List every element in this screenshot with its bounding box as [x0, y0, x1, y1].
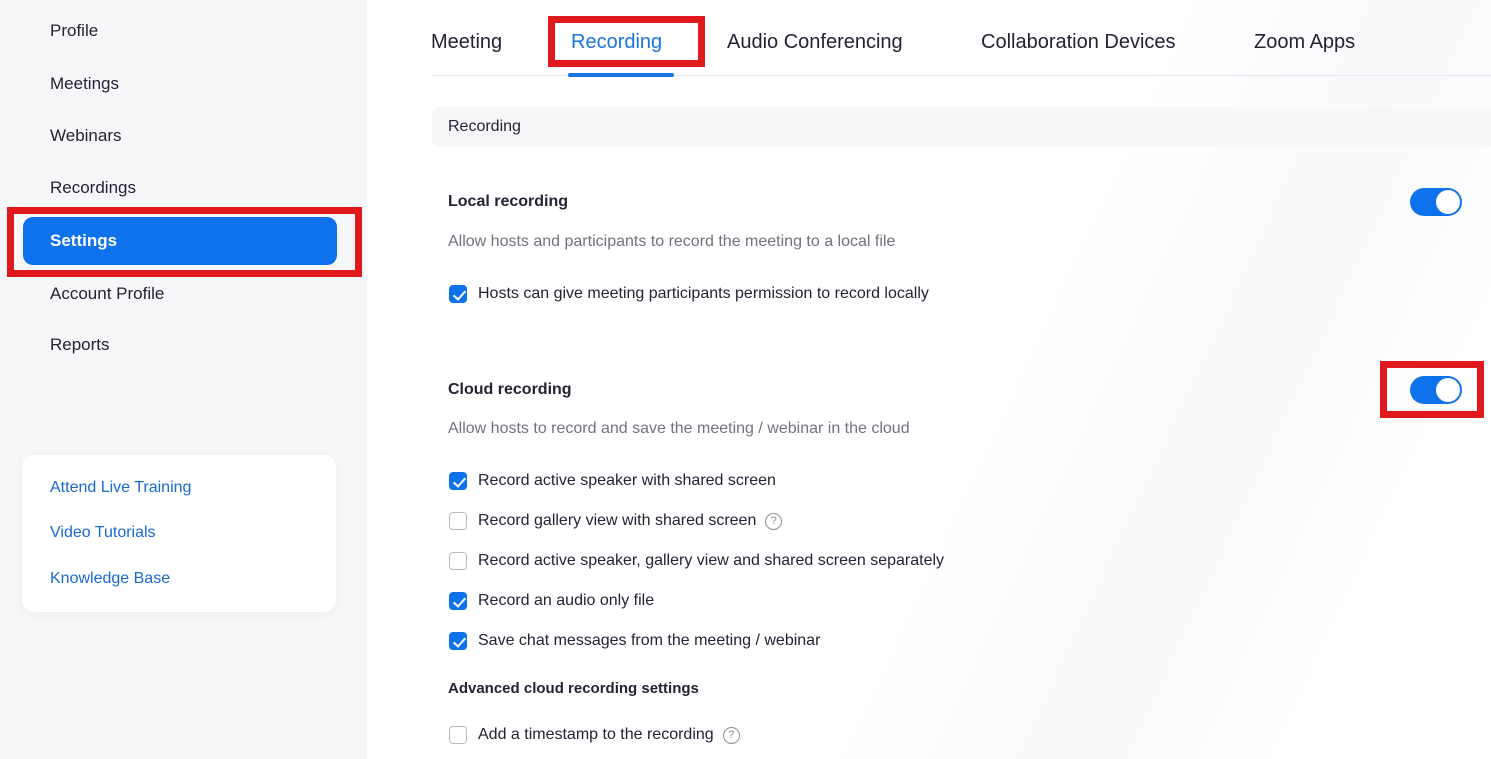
sidebar-item-settings-label: Settings	[50, 231, 117, 251]
local-recording-description: Allow hosts and participants to record t…	[448, 231, 895, 253]
tab-collaboration-devices[interactable]: Collaboration Devices	[981, 30, 1176, 54]
option-label: Save chat messages from the meeting / we…	[478, 631, 820, 651]
option-label: Add a timestamp to the recording	[478, 725, 714, 745]
zoom-settings-page: Profile Meetings Webinars Recordings Set…	[0, 0, 1491, 759]
checkbox-add-timestamp[interactable]	[449, 726, 467, 744]
checkbox-hosts-permission[interactable]	[449, 285, 467, 303]
sidebar-item-meetings[interactable]: Meetings	[50, 73, 119, 95]
help-icon[interactable]	[765, 513, 782, 530]
toggle-knob	[1436, 378, 1460, 402]
tab-recording[interactable]: Recording	[571, 30, 662, 54]
checkbox-record-active-speaker[interactable]	[449, 472, 467, 490]
option-row: Record an audio only file	[449, 591, 654, 611]
sidebar-item-profile[interactable]: Profile	[50, 20, 98, 42]
checkbox-record-separately[interactable]	[449, 552, 467, 570]
cloud-recording-title: Cloud recording	[448, 380, 572, 400]
option-label: Record active speaker, gallery view and …	[478, 551, 944, 571]
sidebar: Profile Meetings Webinars Recordings Set…	[0, 0, 367, 759]
local-recording-title: Local recording	[448, 192, 568, 212]
section-header-label: Recording	[448, 118, 521, 136]
tab-audio-conferencing[interactable]: Audio Conferencing	[727, 30, 903, 54]
help-links-card: Attend Live Training Video Tutorials Kno…	[22, 455, 336, 612]
option-row: Record active speaker, gallery view and …	[449, 551, 944, 571]
active-tab-underline	[568, 73, 674, 77]
option-label: Hosts can give meeting participants perm…	[478, 284, 929, 304]
sidebar-item-reports[interactable]: Reports	[50, 334, 110, 356]
link-attend-live-training[interactable]: Attend Live Training	[50, 477, 191, 499]
tab-zoom-apps[interactable]: Zoom Apps	[1254, 30, 1355, 54]
checkbox-save-chat[interactable]	[449, 632, 467, 650]
option-label: Record gallery view with shared screen	[478, 511, 756, 531]
option-label: Record active speaker with shared screen	[478, 471, 776, 491]
option-row: Record gallery view with shared screen	[449, 511, 782, 531]
help-icon[interactable]	[723, 727, 740, 744]
option-row: Record active speaker with shared screen	[449, 471, 776, 491]
section-header-recording: Recording	[432, 107, 1491, 147]
cloud-recording-toggle[interactable]	[1410, 376, 1462, 404]
checkbox-record-gallery-view[interactable]	[449, 512, 467, 530]
local-recording-toggle[interactable]	[1410, 188, 1462, 216]
toggle-knob	[1436, 190, 1460, 214]
option-row: Save chat messages from the meeting / we…	[449, 631, 820, 651]
tab-meeting[interactable]: Meeting	[431, 30, 502, 54]
checkbox-audio-only[interactable]	[449, 592, 467, 610]
cloud-recording-description: Allow hosts to record and save the meeti…	[448, 418, 910, 440]
option-row: Add a timestamp to the recording	[449, 725, 740, 745]
link-knowledge-base[interactable]: Knowledge Base	[50, 568, 170, 590]
link-video-tutorials[interactable]: Video Tutorials	[50, 522, 156, 544]
sidebar-item-webinars[interactable]: Webinars	[50, 125, 122, 147]
sidebar-item-account-profile[interactable]: Account Profile	[50, 283, 164, 305]
option-label: Record an audio only file	[478, 591, 654, 611]
sidebar-item-recordings[interactable]: Recordings	[50, 177, 136, 199]
advanced-cloud-settings-heading: Advanced cloud recording settings	[448, 679, 699, 698]
sidebar-item-settings[interactable]: Settings	[23, 217, 337, 265]
option-row: Hosts can give meeting participants perm…	[449, 284, 929, 304]
